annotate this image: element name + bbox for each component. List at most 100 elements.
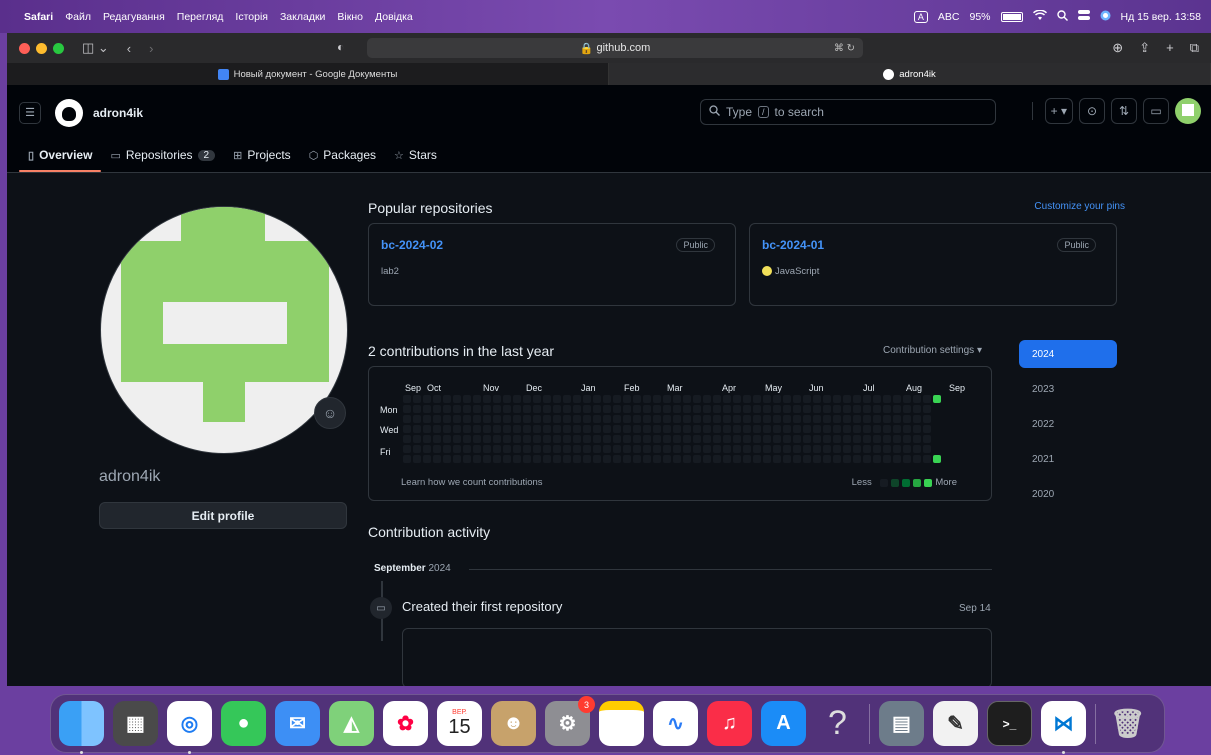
contribution-cell[interactable] [503,415,511,423]
menu-edit[interactable]: Редагування [103,11,165,23]
contribution-cell[interactable] [893,435,901,443]
contribution-cell[interactable] [833,405,841,413]
contribution-cell[interactable] [673,435,681,443]
finder-icon[interactable] [59,701,104,754]
contribution-cell[interactable] [403,445,411,453]
input-source-icon[interactable]: A [913,10,928,23]
contribution-cell[interactable] [493,415,501,423]
contribution-cell[interactable] [823,435,831,443]
contribution-cell[interactable] [873,445,881,453]
contribution-cell[interactable] [403,395,411,403]
contribution-cell[interactable] [493,455,501,463]
contribution-cell[interactable] [553,435,561,443]
vscode-icon[interactable]: ⋈ [1041,701,1086,754]
contribution-cell[interactable] [933,455,941,463]
contribution-cell[interactable] [913,415,921,423]
contribution-cell[interactable] [463,435,471,443]
contribution-cell[interactable] [793,435,801,443]
contribution-cell[interactable] [473,455,481,463]
contribution-cell[interactable] [783,395,791,403]
contribution-cell[interactable] [583,425,591,433]
contacts-icon[interactable]: ☻ [491,701,536,746]
input-source-label[interactable]: ABC [938,11,960,23]
contribution-cell[interactable] [463,395,471,403]
contribution-cell[interactable] [643,395,651,403]
contribution-cell[interactable] [763,435,771,443]
contribution-cell[interactable] [713,395,721,403]
contribution-cell[interactable] [413,445,421,453]
contribution-cell[interactable] [883,405,891,413]
contribution-cell[interactable] [843,445,851,453]
contribution-cell[interactable] [613,415,621,423]
contribution-cell[interactable] [623,415,631,423]
menu-bookmarks[interactable]: Закладки [280,11,325,23]
contribution-cell[interactable] [563,445,571,453]
contribution-cell[interactable] [453,395,461,403]
contribution-cell[interactable] [793,445,801,453]
contribution-cell[interactable] [923,395,931,403]
contribution-cell[interactable] [813,395,821,403]
contribution-cell[interactable] [813,405,821,413]
contribution-cell[interactable] [863,405,871,413]
contribution-cell[interactable] [653,445,661,453]
contribution-cell[interactable] [863,455,871,463]
contribution-cell[interactable] [573,445,581,453]
github-logo-icon[interactable] [55,98,83,127]
contribution-cell[interactable] [853,425,861,433]
contribution-cell[interactable] [773,455,781,463]
contribution-cell[interactable] [533,445,541,453]
contribution-cell[interactable] [733,425,741,433]
contribution-cell[interactable] [623,395,631,403]
contribution-cell[interactable] [603,435,611,443]
edit-profile-button[interactable]: Edit profile [99,502,347,529]
contribution-cell[interactable] [573,395,581,403]
contribution-cell[interactable] [403,405,411,413]
contribution-cell[interactable] [793,395,801,403]
contribution-cell[interactable] [583,435,591,443]
contribution-cell[interactable] [423,445,431,453]
contribution-cell[interactable] [503,435,511,443]
contribution-cell[interactable] [583,415,591,423]
help-icon[interactable]: ? [815,701,860,746]
menu-file[interactable]: Файл [65,11,91,23]
photos-icon[interactable]: ✿ [383,701,428,746]
contribution-cell[interactable] [853,395,861,403]
contribution-cell[interactable] [423,455,431,463]
contribution-cell[interactable] [893,415,901,423]
contribution-cell[interactable] [403,415,411,423]
calendar-icon[interactable]: ВЕР. 15 [437,701,482,746]
contribution-cell[interactable] [583,455,591,463]
contribution-cell[interactable] [753,455,761,463]
contribution-cell[interactable] [623,445,631,453]
inbox-icon[interactable]: ▭ [1143,98,1169,124]
contribution-cell[interactable] [553,445,561,453]
contribution-cell[interactable] [793,425,801,433]
contribution-cell[interactable] [513,445,521,453]
contribution-cell[interactable] [563,425,571,433]
contribution-cell[interactable] [643,425,651,433]
contribution-cell[interactable] [513,435,521,443]
activity-event[interactable]: Created their first repository [402,599,562,614]
tab-stars[interactable]: ☆ Stars [385,148,446,172]
contribution-cell[interactable] [823,415,831,423]
contribution-cell[interactable] [743,425,751,433]
contribution-cell[interactable] [843,415,851,423]
contribution-cell[interactable] [713,455,721,463]
contribution-cell[interactable] [763,395,771,403]
contribution-cell[interactable] [643,435,651,443]
contribution-cell[interactable] [613,455,621,463]
contribution-cell[interactable] [843,405,851,413]
translate-reload-icon[interactable]: ⌘ ↻ [834,43,855,54]
app-store-icon[interactable]: A [761,701,806,746]
contribution-cell[interactable] [403,435,411,443]
contribution-cell[interactable] [673,415,681,423]
contribution-cell[interactable] [813,415,821,423]
contribution-cell[interactable] [663,405,671,413]
contribution-cell[interactable] [663,455,671,463]
contribution-cell[interactable] [833,455,841,463]
contribution-cell[interactable] [753,415,761,423]
contribution-cell[interactable] [673,395,681,403]
year-link[interactable]: 2022 [1019,410,1117,438]
contribution-cell[interactable] [723,435,731,443]
contribution-cell[interactable] [503,455,511,463]
